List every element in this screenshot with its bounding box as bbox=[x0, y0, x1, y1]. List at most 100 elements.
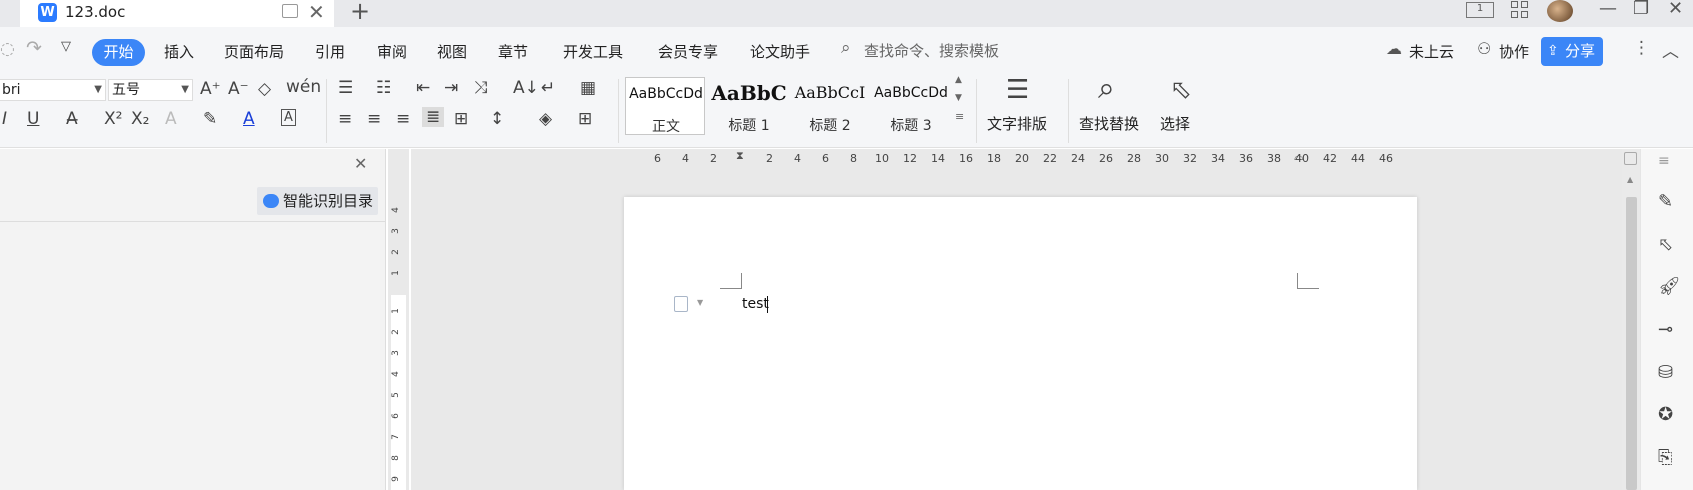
italic-icon[interactable]: I bbox=[2, 109, 7, 129]
strikethrough-icon[interactable]: A̶ bbox=[66, 109, 78, 129]
collaborate-button[interactable]: 协作 bbox=[1499, 41, 1529, 62]
adjust-slider-icon[interactable]: ⊸ bbox=[1658, 319, 1673, 340]
app-grid-icon[interactable] bbox=[1511, 1, 1529, 19]
style-normal[interactable]: AaBbCcDd 正文 bbox=[625, 77, 705, 135]
grow-font-icon[interactable]: A⁺ bbox=[200, 79, 221, 99]
phonetic-guide-icon[interactable]: wén bbox=[286, 77, 321, 97]
highlight-icon[interactable]: ✎ bbox=[203, 109, 217, 129]
scroll-up-icon[interactable]: ▲ bbox=[1627, 175, 1633, 184]
shrink-font-icon[interactable]: A⁻ bbox=[228, 79, 249, 99]
store-icon[interactable]: ⛁ bbox=[1658, 362, 1673, 383]
vertical-ruler[interactable]: 4 3 2 1 1 2 3 4 5 6 7 8 9 bbox=[388, 149, 409, 490]
underline-icon[interactable]: U bbox=[27, 109, 39, 129]
close-window-icon[interactable]: ✕ bbox=[1668, 0, 1683, 19]
table-grid-icon[interactable]: ▦ bbox=[580, 78, 596, 98]
command-search-input[interactable]: 查找命令、搜索模板 bbox=[864, 40, 999, 61]
menu-thesis-helper[interactable]: 论文助手 bbox=[750, 41, 810, 62]
horizontal-ruler[interactable]: ⌞ 6 4 2 ⧗ 2 4 6 8 10 12 14 16 18 20 22 2… bbox=[393, 149, 1622, 169]
undo-icon[interactable]: ◌ bbox=[0, 39, 15, 59]
book-search-icon[interactable]: ⎘ bbox=[1658, 447, 1672, 468]
more-options-icon[interactable]: ⋮ bbox=[1633, 38, 1650, 58]
document-page[interactable] bbox=[624, 197, 1417, 490]
minimize-icon[interactable]: — bbox=[1599, 0, 1617, 19]
menu-view[interactable]: 视图 bbox=[437, 41, 467, 62]
style-heading-2[interactable]: AaBbCcI 标题 2 bbox=[790, 77, 870, 135]
close-pane-icon[interactable]: ✕ bbox=[354, 154, 367, 173]
document-tab[interactable]: W 123.doc ✕ bbox=[20, 0, 334, 27]
share-button[interactable]: ⇪ 分享 bbox=[1541, 37, 1603, 66]
restore-icon[interactable]: ❐ bbox=[1633, 0, 1649, 19]
increase-indent-icon[interactable]: ⇥ bbox=[444, 78, 458, 98]
cursor-select-icon[interactable]: ⬁ bbox=[1658, 234, 1673, 255]
close-tab-icon[interactable]: ✕ bbox=[308, 0, 325, 24]
font-size-select[interactable]: 五号 ▼ bbox=[108, 79, 193, 101]
borders-icon[interactable]: ⊞ bbox=[578, 109, 592, 129]
clear-format-icon[interactable]: ◇ bbox=[258, 79, 271, 99]
align-right-icon[interactable]: ≡ bbox=[396, 109, 410, 129]
justify-icon[interactable]: ≣ bbox=[422, 107, 445, 127]
menu-chapter[interactable]: 章节 bbox=[498, 41, 528, 62]
character-border-icon[interactable]: A bbox=[281, 109, 296, 126]
text-effect-icon[interactable]: A bbox=[165, 109, 177, 129]
menu-member[interactable]: 会员专享 bbox=[658, 41, 718, 62]
edit-pen-icon[interactable]: ✎ bbox=[1658, 191, 1673, 212]
find-replace-icon[interactable]: ⌕ bbox=[1098, 71, 1115, 106]
vertical-scrollbar[interactable]: ▲ bbox=[1622, 149, 1640, 490]
bullet-list-icon[interactable]: ☰ bbox=[338, 78, 353, 98]
paragraph-mark-icon[interactable]: ↵ bbox=[541, 78, 555, 98]
ruler-tick: 2 bbox=[390, 329, 401, 335]
decrease-indent-icon[interactable]: ⇤ bbox=[416, 78, 430, 98]
align-left-icon[interactable]: ≡ bbox=[338, 109, 352, 129]
menu-references[interactable]: 引用 bbox=[315, 41, 345, 62]
menu-page-layout[interactable]: 页面布局 bbox=[224, 41, 284, 62]
styles-more-icon[interactable]: ≡ bbox=[955, 110, 964, 123]
sidebar-menu-icon[interactable]: ≡ bbox=[1658, 153, 1670, 169]
document-body-text[interactable]: test bbox=[742, 296, 769, 312]
select-cursor-icon[interactable]: ⬁ bbox=[1170, 75, 1192, 105]
menu-review[interactable]: 审阅 bbox=[377, 41, 407, 62]
ruler-tick: 3 bbox=[390, 350, 401, 356]
font-size-value: 五号 bbox=[112, 82, 140, 98]
rocket-icon[interactable]: 🚀︎ bbox=[1658, 276, 1681, 297]
chinese-layout-icon[interactable]: ⤨ bbox=[474, 78, 488, 98]
cloud-status-button[interactable]: 未上云 bbox=[1409, 41, 1454, 62]
collapse-ribbon-icon[interactable]: ︿ bbox=[1662, 37, 1679, 62]
scrollbar-thumb[interactable] bbox=[1626, 197, 1637, 490]
align-center-icon[interactable]: ≡ bbox=[367, 109, 381, 129]
menu-insert[interactable]: 插入 bbox=[164, 41, 194, 62]
style-heading-3[interactable]: AaBbCcDd 标题 3 bbox=[871, 77, 951, 135]
text-layout-button[interactable]: 文字排版 bbox=[987, 113, 1047, 134]
paragraph-layout-icon[interactable] bbox=[674, 296, 688, 312]
shading-icon[interactable]: ◈ bbox=[539, 109, 552, 129]
new-tab-button[interactable]: + bbox=[350, 0, 370, 25]
ruler-tick: 4 bbox=[390, 207, 401, 213]
subscript-icon[interactable]: X₂ bbox=[131, 109, 149, 129]
find-replace-button[interactable]: 查找替换 bbox=[1079, 113, 1139, 134]
ai-spark-icon[interactable]: ✪ bbox=[1658, 404, 1673, 425]
distributed-align-icon[interactable]: ⊞ bbox=[454, 109, 468, 129]
indent-marker-icon[interactable]: ⧗ bbox=[736, 149, 744, 163]
line-spacing-icon[interactable]: ↕ bbox=[490, 109, 504, 129]
text-layout-icon[interactable]: ☰ bbox=[1006, 75, 1029, 105]
user-avatar[interactable] bbox=[1547, 0, 1573, 22]
quick-access-dropdown-icon[interactable]: ▽ bbox=[61, 39, 71, 54]
font-color-icon[interactable]: A bbox=[243, 109, 255, 129]
window-layout-icon[interactable]: 1 bbox=[1466, 2, 1494, 18]
numbered-list-icon[interactable]: ☷ bbox=[376, 78, 391, 98]
ruler-tick: 36 bbox=[1239, 152, 1253, 165]
smart-toc-button[interactable]: 智能识别目录 bbox=[257, 187, 378, 215]
menu-start[interactable]: 开始 bbox=[92, 39, 145, 66]
split-view-icon[interactable] bbox=[1624, 152, 1637, 165]
font-name-select[interactable]: bri ▼ bbox=[0, 79, 106, 101]
superscript-icon[interactable]: X² bbox=[104, 109, 122, 129]
sort-icon[interactable]: A↓ bbox=[513, 78, 539, 98]
chevron-down-icon[interactable]: ▼ bbox=[697, 298, 703, 307]
select-button[interactable]: 选择 bbox=[1160, 113, 1190, 134]
styles-scroll-up-icon[interactable]: ▲ bbox=[955, 75, 962, 85]
styles-scroll-down-icon[interactable]: ▼ bbox=[955, 93, 962, 103]
menu-developer[interactable]: 开发工具 bbox=[563, 41, 623, 62]
style-heading-1[interactable]: AaBbC 标题 1 bbox=[709, 77, 789, 135]
ruler-tick: 46 bbox=[1379, 152, 1393, 165]
redo-icon[interactable]: ↷ bbox=[26, 37, 42, 59]
pin-tab-icon[interactable] bbox=[282, 4, 298, 18]
